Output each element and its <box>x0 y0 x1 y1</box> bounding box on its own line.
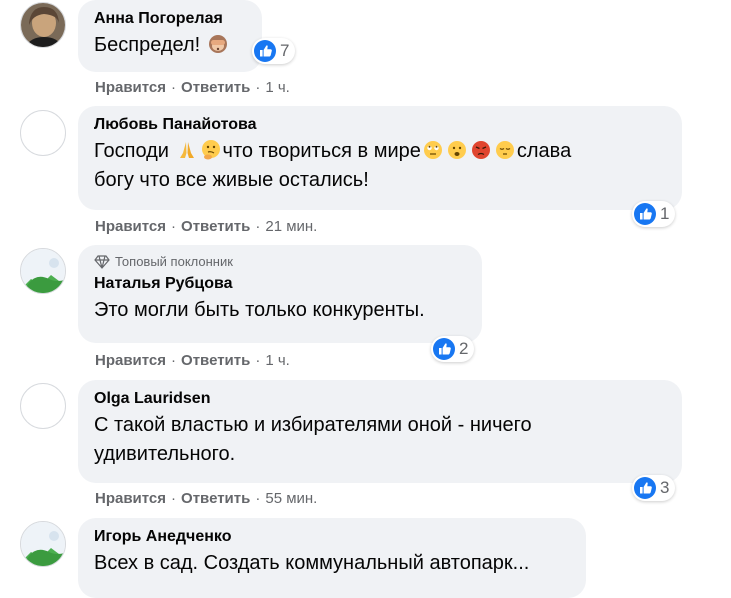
comment-bubble: Анна Погорелая Беспредел! <box>78 0 262 72</box>
comment-time[interactable]: 55 мин. <box>265 490 317 507</box>
avatar[interactable] <box>20 521 66 567</box>
like-icon <box>634 203 656 225</box>
pensive-face-icon <box>495 141 514 159</box>
like-button[interactable]: Нравится <box>95 490 166 507</box>
avatar[interactable] <box>20 383 66 429</box>
comment-actions: Нравится · Ответить · 21 мин. <box>95 218 318 235</box>
comment-bubble: Любовь Панайотова Господи что твориться … <box>78 106 682 210</box>
comment-author[interactable]: Анна Погорелая <box>94 9 246 29</box>
reaction-count[interactable]: 2 <box>431 336 475 362</box>
comment-bubble: Olga Lauridsen С такой властью и избират… <box>78 380 682 483</box>
reply-button[interactable]: Ответить <box>181 352 250 369</box>
reply-button[interactable]: Ответить <box>181 490 250 507</box>
comment-actions: Нравится · Ответить · 55 мин. <box>95 490 318 507</box>
comment-bubble: Игорь Анедченко Всех в сад. Создать комм… <box>78 518 586 598</box>
comment-actions: Нравится · Ответить · 1 ч. <box>95 352 290 369</box>
like-button[interactable]: Нравится <box>95 79 166 96</box>
reply-button[interactable]: Ответить <box>181 79 250 96</box>
comment-text: С такой властью и избирателями оной - ни… <box>94 414 532 436</box>
reaction-count[interactable]: 1 <box>632 201 676 227</box>
comment-time[interactable]: 1 ч. <box>265 352 290 369</box>
rolling-eyes-icon <box>423 141 442 159</box>
diamond-icon <box>94 255 110 269</box>
see-no-evil-monkey-icon <box>208 35 227 53</box>
like-icon <box>634 477 656 499</box>
reply-button[interactable]: Ответить <box>181 218 250 235</box>
like-button[interactable]: Нравится <box>95 352 166 369</box>
comment-text: Это могли быть только конкуренты. <box>94 299 425 321</box>
avatar[interactable] <box>20 248 66 294</box>
top-fan-badge: Топовый поклонник <box>94 254 466 270</box>
comment-author[interactable]: Игорь Анедченко <box>94 527 570 547</box>
like-icon <box>433 338 455 360</box>
thinking-face-icon <box>201 140 220 160</box>
comment-author[interactable]: Наталья Рубцова <box>94 274 466 294</box>
reaction-count[interactable]: 3 <box>632 475 676 501</box>
reaction-count[interactable]: 7 <box>252 38 296 64</box>
comment-author[interactable]: Olga Lauridsen <box>94 389 666 409</box>
comment-text: Беспредел! <box>94 34 201 56</box>
comment-author[interactable]: Любовь Панайотова <box>94 115 666 135</box>
avatar[interactable] <box>20 110 66 156</box>
folded-hands-icon <box>179 142 194 158</box>
comment-text: Господи <box>94 140 169 162</box>
comment-text: Всех в сад. Создать коммунальный автопар… <box>94 552 530 574</box>
comment-time[interactable]: 1 ч. <box>265 79 290 96</box>
like-button[interactable]: Нравится <box>95 218 166 235</box>
comment-bubble: Топовый поклонник Наталья Рубцова Это мо… <box>78 245 482 343</box>
like-icon <box>254 40 276 62</box>
anguished-face-icon <box>447 141 466 159</box>
comment-time[interactable]: 21 мин. <box>265 218 317 235</box>
avatar[interactable] <box>20 2 66 48</box>
comment-actions: Нравится · Ответить · 1 ч. <box>95 79 290 96</box>
pouting-face-icon <box>471 141 490 159</box>
